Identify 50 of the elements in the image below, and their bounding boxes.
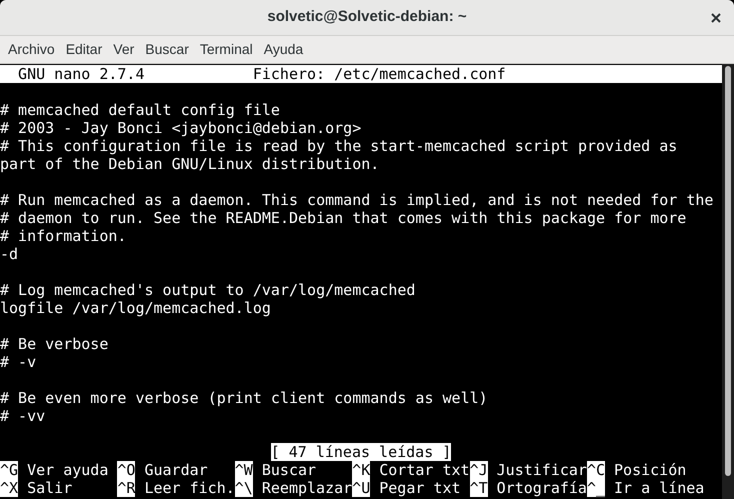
text-line: -d <box>0 245 18 263</box>
text-line: # -v <box>0 353 36 371</box>
scrollbar[interactable] <box>722 64 734 499</box>
menu-item[interactable]: Editar <box>62 39 106 60</box>
editor-version: GNU nano 2.7.4 <box>18 65 146 83</box>
menu-item[interactable]: Terminal <box>196 39 257 60</box>
shortcut-key: ^G <box>0 461 18 479</box>
status-message: [ 47 líneas leídas ] <box>270 443 452 461</box>
text-line: # -vv <box>0 407 46 425</box>
shortcut-key: ^U <box>352 479 370 497</box>
text-line: # memcached default config file <box>0 101 280 119</box>
text-line: logfile /var/log/memcached.log <box>0 299 271 317</box>
shortcut-label: Pegar txt <box>378 479 461 497</box>
shortcut-key: ^R <box>117 479 136 497</box>
text-line: part of the Debian GNU/Linux distribution. <box>0 155 380 173</box>
window-title: solvetic@Solvetic-debian: ~ <box>267 7 467 28</box>
shortcut-key: ^_ <box>586 479 606 497</box>
shortcut-label: Leer fich. <box>143 479 235 497</box>
shortcut-label: Posición <box>613 461 686 479</box>
shortcut-key: ^T <box>470 479 488 497</box>
text-line: # Be verbose <box>0 335 108 353</box>
menu-item[interactable]: Buscar <box>141 39 193 60</box>
shortcut-key: ^J <box>470 461 488 479</box>
shortcut-label: Reemplazar <box>260 479 352 497</box>
file-name: Fichero: /etc/memcached.conf <box>252 65 506 83</box>
shortcut-label: Guardar <box>143 461 208 479</box>
shortcut-key: ^W <box>234 461 253 479</box>
menu-item[interactable]: Ver <box>109 39 138 60</box>
shortcut-label: Ir a línea <box>613 479 704 497</box>
shortcut-label: Ortografía <box>496 479 587 497</box>
text-line: # 2003 - Jay Bonci <jaybonci@debian.org> <box>0 119 362 137</box>
shortcut-label: Cortar txt <box>378 461 470 479</box>
menu-item[interactable]: Archivo <box>4 39 59 60</box>
text-line: # Run memcached as a daemon. This command is implied, and is not needed for the <box>0 191 714 209</box>
text-line: # information. <box>0 227 126 245</box>
text-line: # Be even more verbose (print client commands as well) <box>0 389 488 407</box>
shortcut-key: ^K <box>352 461 370 479</box>
shortcut-label: Ver ayuda <box>26 461 108 479</box>
text-line: # Log memcached's output to /var/log/memcached <box>0 281 416 299</box>
shortcut-key: ^\ <box>234 479 253 497</box>
menu-item[interactable]: Ayuda <box>260 39 308 60</box>
shortcut-key: ^O <box>117 461 136 479</box>
shortcut-label: Buscar <box>260 461 316 479</box>
shortcut-label: Salir <box>26 479 72 497</box>
close-icon <box>711 13 721 23</box>
shortcut-label: Justificar <box>496 461 587 479</box>
text-line: # This configuration file is read by the start-memcached script provided as <box>0 137 678 155</box>
shortcut-key: ^C <box>586 461 606 479</box>
shortcut-key: ^X <box>0 479 18 497</box>
text-line: # daemon to run. See the README.Debian that comes with this package for more <box>0 209 686 227</box>
